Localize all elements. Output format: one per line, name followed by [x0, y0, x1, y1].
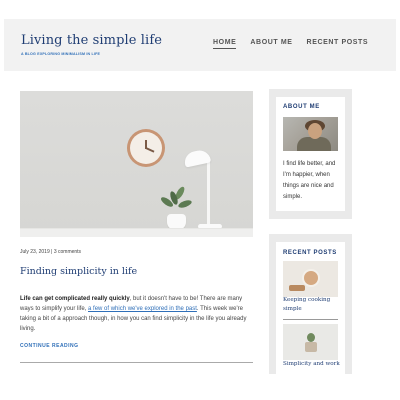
desk-lamp-illustration	[207, 157, 210, 227]
author-photo	[283, 117, 338, 151]
post-title[interactable]: Finding simplicity in life	[20, 266, 137, 277]
post-featured-image[interactable]	[20, 91, 253, 237]
recent-post-link[interactable]: Keeping cooking simple	[283, 296, 343, 314]
shelf-illustration	[20, 228, 253, 237]
post-comments-link[interactable]: 3 comments	[54, 249, 81, 255]
excerpt-inline-link[interactable]: a few of which we've explored in the pas…	[88, 306, 197, 312]
excerpt-bold-text: Life can get complicated really quickly	[20, 296, 130, 302]
about-widget-title: ABOUT ME	[283, 104, 320, 110]
main-nav: HOME ABOUT ME RECENT POSTS	[213, 39, 368, 49]
recent-post-divider	[283, 319, 338, 320]
site-title[interactable]: Living the simple life	[21, 33, 162, 48]
about-text: I find life better, and I'm happier, whe…	[283, 161, 336, 200]
about-widget: ABOUT ME I find life better, and I'm hap…	[269, 89, 352, 219]
post-divider	[20, 362, 253, 363]
recent-post-link[interactable]: Simplicity and work	[283, 360, 343, 369]
continue-reading-link[interactable]: CONTINUE READING	[20, 343, 79, 349]
nav-item-about-me[interactable]: ABOUT ME	[250, 39, 292, 49]
recent-posts-widget: RECENT POSTS Keeping cooking simple Simp…	[269, 234, 352, 374]
nav-item-recent-posts[interactable]: RECENT POSTS	[307, 39, 369, 49]
nav-item-home[interactable]: HOME	[213, 39, 237, 49]
site-header: Living the simple life A BLOG EXPLORING …	[4, 19, 396, 71]
post-date: July 23, 2019	[20, 249, 50, 255]
recent-post-thumbnail[interactable]	[283, 324, 338, 360]
site-tagline: A BLOG EXPLORING MINIMALISM IN LIFE	[21, 52, 101, 56]
recent-post-thumbnail[interactable]	[283, 261, 338, 297]
wall-clock-illustration	[127, 129, 165, 167]
post-excerpt: Life can get complicated really quickly,…	[20, 294, 254, 334]
recent-posts-title: RECENT POSTS	[283, 250, 337, 256]
post-meta: July 23, 2019 | 3 comments	[20, 249, 81, 255]
